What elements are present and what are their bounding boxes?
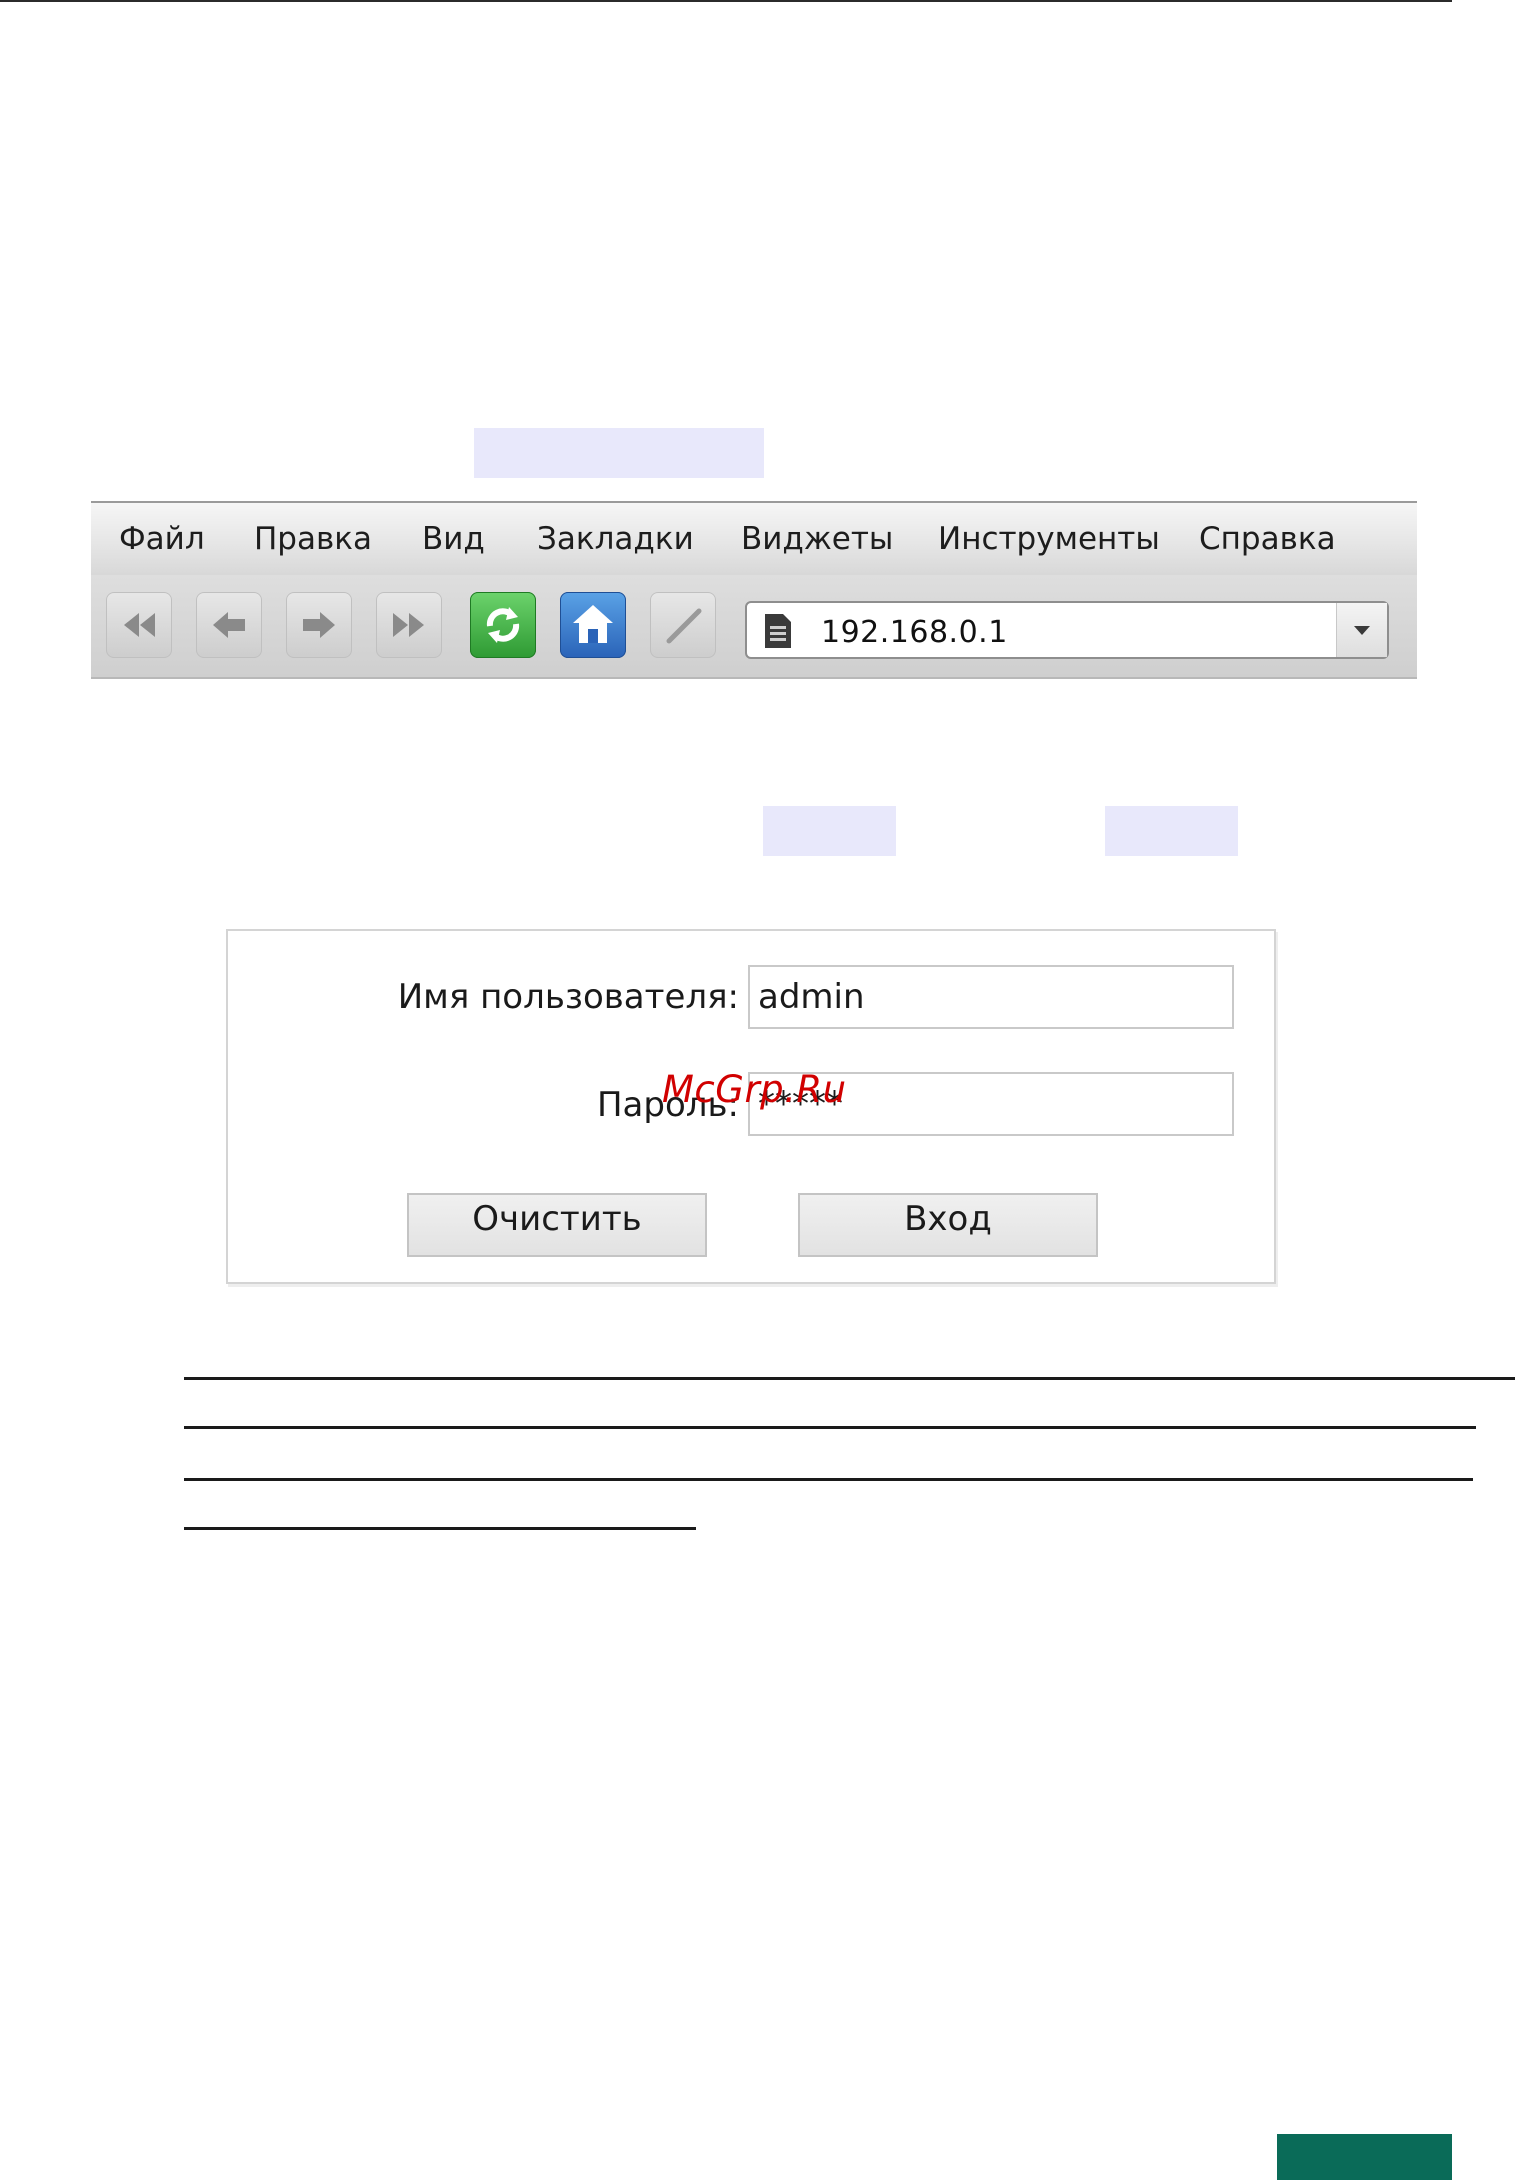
menu-item-view[interactable]: Вид (422, 521, 485, 557)
username-field[interactable] (748, 965, 1234, 1029)
text-line-rule (184, 1527, 696, 1530)
browser-window-chrome: Файл Правка Вид Закладки Виджеты Инструм… (91, 501, 1417, 679)
rewind-button[interactable] (106, 592, 172, 658)
chevron-down-icon (1354, 626, 1370, 635)
text-line-rule (184, 1377, 1515, 1380)
menu-bar: Файл Правка Вид Закладки Виджеты Инструм… (91, 503, 1417, 575)
home-button[interactable] (560, 592, 626, 658)
rewind-icon (124, 613, 155, 637)
watermark: McGrp.Ru (662, 1068, 847, 1111)
highlighted-text-block (1105, 806, 1238, 856)
highlighted-text-block (763, 806, 896, 856)
highlighted-text-block (474, 428, 764, 478)
address-bar[interactable]: 192.168.0.1 (745, 601, 1389, 659)
menu-item-file[interactable]: Файл (119, 521, 205, 557)
menu-item-tools[interactable]: Инструменты (938, 521, 1160, 557)
reload-icon (486, 607, 520, 643)
menu-item-widgets[interactable]: Виджеты (741, 521, 893, 557)
text-line-rule (184, 1478, 1473, 1481)
page-icon (765, 614, 791, 648)
address-url: 192.168.0.1 (821, 615, 1008, 650)
edit-icon (666, 608, 702, 644)
forward-icon (303, 612, 335, 638)
username-input[interactable] (750, 967, 1232, 1027)
back-button[interactable] (196, 592, 262, 658)
login-button[interactable]: Вход (798, 1193, 1098, 1257)
menu-item-edit[interactable]: Правка (254, 521, 372, 557)
header-rule (0, 0, 1452, 2)
fast-forward-button[interactable] (376, 592, 442, 658)
forward-button[interactable] (286, 592, 352, 658)
back-icon (213, 612, 245, 638)
edit-button[interactable] (650, 592, 716, 658)
navigation-toolbar: 192.168.0.1 (91, 575, 1417, 679)
username-label: Имя пользователя: (397, 977, 739, 1017)
fast-forward-icon (393, 613, 424, 637)
page-number-tab (1277, 2134, 1452, 2180)
address-dropdown-button[interactable] (1336, 603, 1387, 657)
text-line-rule (184, 1426, 1476, 1429)
clear-button[interactable]: Очистить (407, 1193, 707, 1257)
menu-item-bookmarks[interactable]: Закладки (537, 521, 694, 557)
menu-item-help[interactable]: Справка (1199, 521, 1336, 557)
home-icon (573, 605, 613, 643)
reload-button[interactable] (470, 592, 536, 658)
